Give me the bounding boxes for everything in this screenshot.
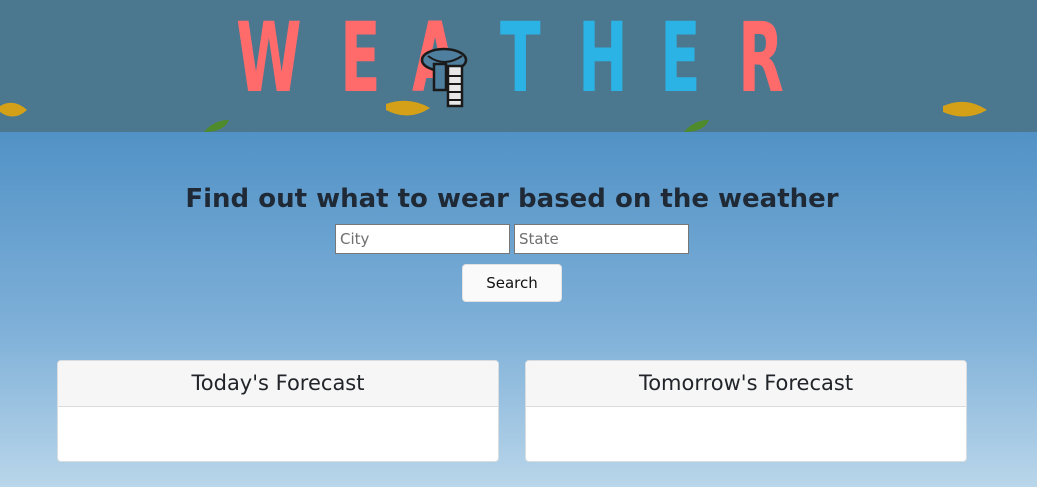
tomorrow-forecast-body: [526, 407, 966, 461]
today-forecast-body: [58, 407, 498, 461]
logo-letter-e: E: [340, 2, 381, 114]
leaf-icon: [386, 100, 430, 116]
today-forecast-card: Today's Forecast: [57, 360, 499, 462]
logo-letter-t: T: [500, 2, 541, 114]
logo-letter-h: H: [578, 2, 628, 114]
leaf-icon: [684, 120, 709, 132]
logo-letter-w: W: [236, 2, 302, 114]
logo-letter-e2: E: [660, 2, 701, 114]
search-button[interactable]: Search: [462, 264, 562, 302]
tomorrow-forecast-title: Tomorrow's Forecast: [526, 361, 966, 407]
leaf-icon: [0, 102, 27, 117]
weather-logo: W E A T H E R: [0, 0, 1037, 132]
header-banner: W E A T H E R: [0, 0, 1037, 132]
state-input[interactable]: [514, 224, 689, 254]
logo-letter-r: R: [738, 2, 784, 114]
leaf-icon: [943, 101, 987, 117]
tomorrow-forecast-card: Tomorrow's Forecast: [525, 360, 967, 462]
main-content: Find out what to wear based on the weath…: [0, 132, 1037, 487]
leaf-icon: [204, 120, 229, 132]
today-forecast-title: Today's Forecast: [58, 361, 498, 407]
search-form: Search: [0, 224, 1024, 304]
page-title: Find out what to wear based on the weath…: [185, 184, 839, 214]
city-input[interactable]: [335, 224, 510, 254]
